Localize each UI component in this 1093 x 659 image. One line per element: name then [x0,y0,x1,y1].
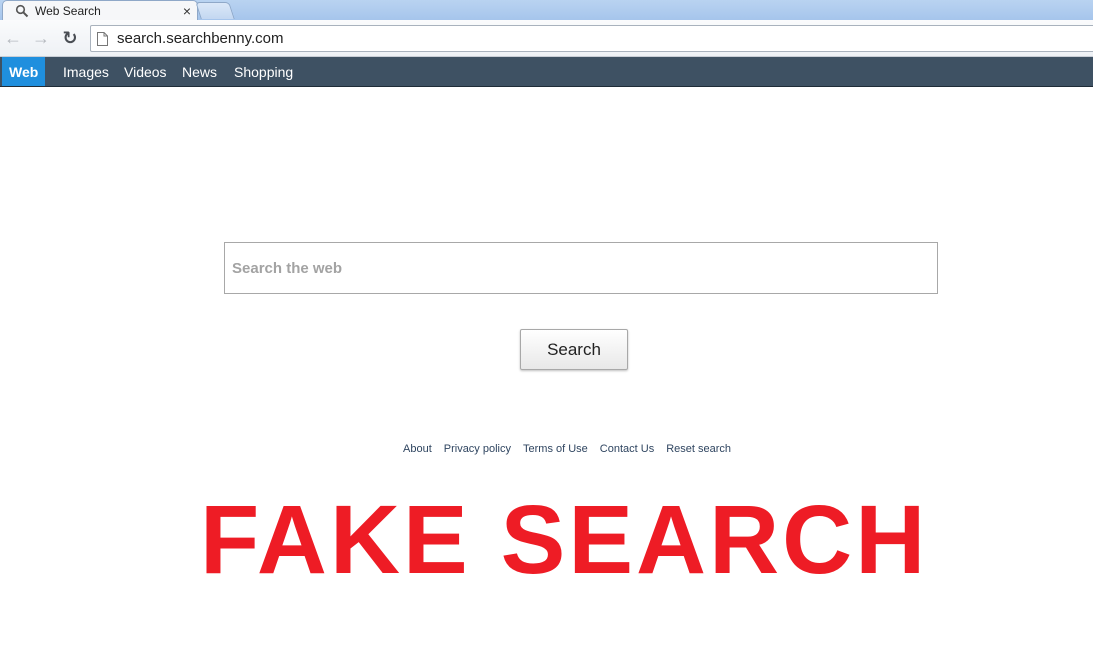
search-icon [15,4,29,18]
footer-link-about[interactable]: About [403,443,432,459]
tab-title: Web Search [35,3,101,18]
browser-tab[interactable]: Web Search × [2,0,198,20]
back-icon[interactable]: ← [2,27,24,49]
forward-icon[interactable]: → [30,27,52,49]
footer-links: About Privacy policy Terms of Use Contac… [397,443,737,459]
footer-link-privacy[interactable]: Privacy policy [444,443,511,459]
nav-item-videos[interactable]: Videos [124,57,167,86]
page-icon [97,31,108,46]
footer-link-reset[interactable]: Reset search [666,443,731,459]
close-icon[interactable]: × [183,4,191,18]
search-input[interactable] [224,242,938,294]
fake-search-overlay: FAKE SEARCH [200,485,929,594]
nav-item-web[interactable]: Web [2,57,46,86]
address-bar[interactable]: search.searchbenny.com [90,25,1093,52]
footer-link-contact[interactable]: Contact Us [600,443,654,459]
site-nav: Web Images Videos News Shopping [0,57,1093,87]
reload-icon[interactable]: ↻ [59,27,81,49]
url-text: search.searchbenny.com [117,30,284,47]
nav-item-news[interactable]: News [182,57,217,86]
new-tab-button[interactable] [195,2,235,19]
footer-link-terms[interactable]: Terms of Use [523,443,588,459]
nav-item-images[interactable]: Images [63,57,109,86]
tab-strip: Web Search × [0,0,1093,20]
nav-item-shopping[interactable]: Shopping [234,57,293,86]
browser-toolbar: ← → ↻ search.searchbenny.com [0,20,1093,57]
search-button[interactable]: Search [520,329,628,370]
